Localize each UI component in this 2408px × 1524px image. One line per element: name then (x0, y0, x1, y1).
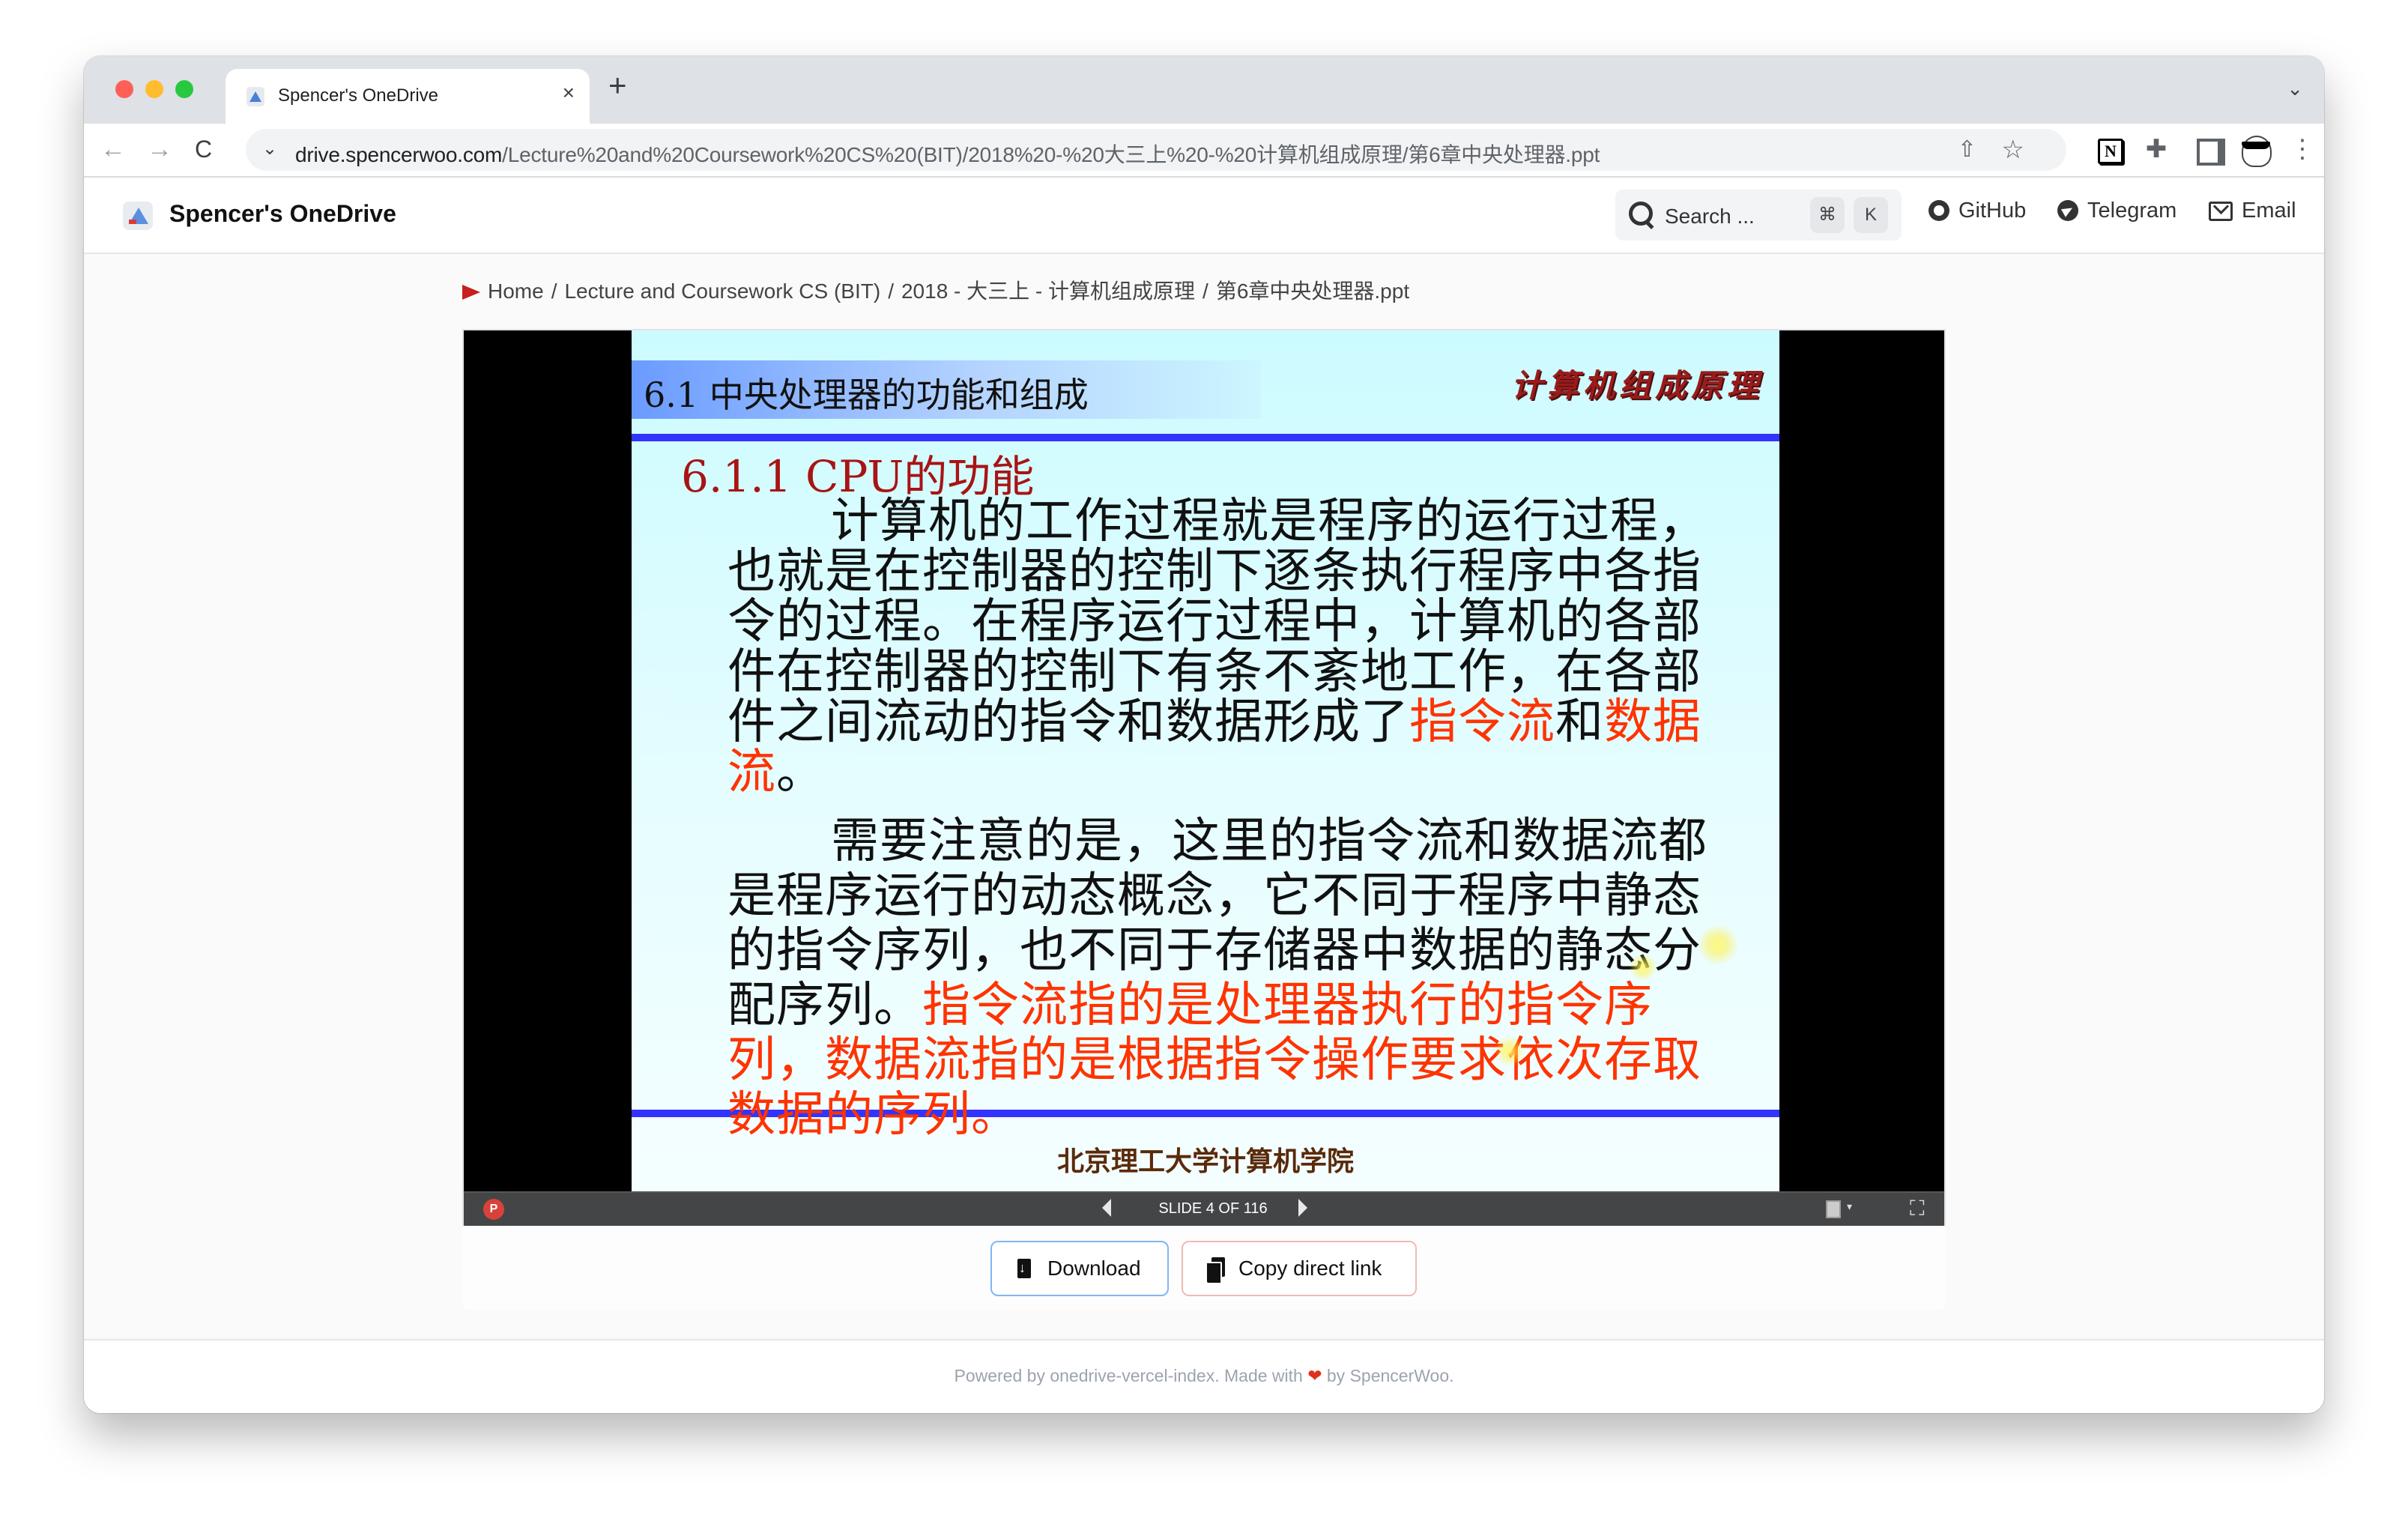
site-title[interactable]: Spencer's OneDrive (169, 200, 396, 228)
breadcrumb-separator: / (551, 279, 557, 303)
site-header: Spencer's OneDrive Search ... ⌘ K GitHub… (84, 178, 2324, 254)
side-panel-icon[interactable] (2191, 134, 2225, 166)
copy-direct-link-button[interactable]: Copy direct link (1182, 1241, 1417, 1296)
highlight-instruction-flow: 指令流 (1409, 695, 1555, 750)
breadcrumb-current-file[interactable]: 第6章中央处理器.ppt (1216, 279, 1409, 303)
powerpoint-icon[interactable]: P (483, 1199, 504, 1220)
breadcrumb-separator: / (888, 279, 894, 303)
flag-icon (462, 285, 480, 300)
breadcrumb: Home / Lecture and Coursework CS (BIT) / 201… (462, 275, 1409, 305)
url-path: /Lecture%20and%20Coursework%20CS%20(BIT)… (502, 143, 1600, 166)
command-key-badge: ⌘ (1810, 197, 1845, 233)
bookmark-star-icon[interactable]: ☆ (2002, 135, 2024, 165)
telegram-label: Telegram (2087, 199, 2177, 223)
download-label: Download (1047, 1257, 1141, 1280)
slide-top-rule (632, 434, 1779, 441)
reload-button[interactable]: C (195, 134, 212, 164)
address-bar[interactable]: ⌄ drive.spencerwoo.com/Lecture%20and%20C… (246, 129, 2066, 171)
slide-counter: SLIDE 4 OF 116 (1158, 1200, 1268, 1217)
notion-logo: N (2098, 139, 2123, 164)
github-label: GitHub (1958, 199, 2027, 223)
tab-strip: Spencer's OneDrive × + ⌄ (84, 56, 2324, 124)
search-icon (1629, 202, 1653, 226)
breadcrumb-home[interactable]: Home (488, 279, 544, 303)
ppt-viewer: 6.1 中央处理器的功能和组成 计算机组成原理 6.1.1 CPU的功能 计算机… (462, 329, 1946, 1226)
profile-avatar[interactable] (2239, 134, 2272, 167)
notes-view-icon[interactable] (1826, 1200, 1852, 1218)
slide-course-brand: 计算机组成原理 (1510, 367, 1763, 404)
copy-icon (1207, 1257, 1225, 1283)
search-placeholder: Search ... (1665, 205, 1755, 228)
breadcrumb-course-folder[interactable]: 2018 - 大三上 - 计算机组成原理 (901, 279, 1195, 303)
slide-body: 计算机的工作过程就是程序的运行过程，也就是在控制器的控制下逐条执行程序中各指令的… (727, 497, 1731, 1143)
email-link[interactable]: Email (2209, 199, 2296, 223)
k-key-badge: K (1854, 197, 1888, 233)
slide-section-title: 6.1 中央处理器的功能和组成 (644, 375, 1089, 415)
site-logo-icon[interactable] (123, 202, 153, 230)
tab-search-chevron-icon[interactable]: ⌄ (2287, 77, 2303, 100)
mail-icon (2209, 202, 2233, 221)
email-label: Email (2242, 199, 2296, 223)
viewer-control-bar: P SLIDE 4 OF 116 ⛶ (464, 1191, 1944, 1226)
tab-title: Spencer's OneDrive (278, 85, 439, 106)
previous-slide-button[interactable] (1102, 1199, 1111, 1217)
slide-canvas: 6.1 中央处理器的功能和组成 计算机组成原理 6.1.1 CPU的功能 计算机… (632, 330, 1779, 1191)
sparkle-effect (1695, 922, 1740, 967)
sparkle-effect (1628, 952, 1658, 982)
sparkle-effect (1493, 1035, 1526, 1068)
github-link[interactable]: GitHub (1928, 199, 2026, 223)
minimize-window-button[interactable] (145, 80, 163, 98)
extensions-puzzle-icon[interactable]: ✚ (2141, 134, 2171, 164)
footer-prefix: Powered by onedrive-vercel-index. Made w… (954, 1366, 1303, 1385)
close-tab-icon[interactable]: × (563, 81, 575, 105)
heart-icon: ❤ (1307, 1366, 1322, 1385)
browser-toolbar: ← → C ⌄ drive.spencerwoo.com/Lecture%20a… (84, 124, 2324, 178)
search-button[interactable]: Search ... ⌘ K (1615, 190, 1902, 241)
footer-suffix: by SpencerWoo. (1326, 1366, 1454, 1385)
github-icon (1928, 200, 1949, 221)
breadcrumb-separator: / (1203, 279, 1208, 303)
avatar-face-icon (2242, 136, 2272, 167)
paragraph-1-end: 。 (776, 745, 825, 800)
share-icon[interactable]: ⇧ (1958, 136, 1976, 163)
telegram-icon (2057, 200, 2078, 221)
site-info-chevron-icon[interactable]: ⌄ (262, 138, 277, 160)
next-slide-button[interactable] (1298, 1199, 1307, 1217)
side-panel-glyph (2197, 139, 2225, 166)
telegram-link[interactable]: Telegram (2057, 199, 2176, 223)
site-footer: Powered by onedrive-vercel-index. Made w… (84, 1366, 2324, 1386)
breadcrumb-lecture-folder[interactable]: Lecture and Coursework CS (BIT) (564, 279, 880, 303)
slide-paragraph-2: 需要注意的是，这里的指令流和数据流都是程序运行的动态概念，它不同于程序中静态的指… (727, 814, 1731, 1143)
copy-link-label: Copy direct link (1238, 1257, 1382, 1280)
url-text[interactable]: drive.spencerwoo.com/Lecture%20and%20Cou… (295, 139, 1600, 169)
download-button[interactable]: Download (990, 1241, 1169, 1296)
new-tab-button[interactable]: + (608, 70, 627, 101)
fullscreen-icon[interactable]: ⛶ (1910, 1197, 1925, 1220)
maximize-window-button[interactable] (175, 80, 193, 98)
notion-extension-icon[interactable]: N (2093, 134, 2123, 164)
slide-paragraph-1: 计算机的工作过程就是程序的运行过程，也就是在控制器的控制下逐条执行程序中各指令的… (727, 497, 1731, 798)
url-host: drive.spencerwoo.com (295, 143, 503, 166)
browser-tab-active[interactable]: Spencer's OneDrive × (226, 69, 590, 124)
back-button[interactable]: ← (100, 134, 126, 164)
browser-window: Spencer's OneDrive × + ⌄ ← → C ⌄ drive.s… (84, 56, 2324, 1413)
paragraph-1-connector: 和 (1555, 695, 1604, 750)
file-actions: Download Copy direct link (462, 1226, 1946, 1310)
slide-footer-school: 北京理工大学计算机学院 (1056, 1146, 1354, 1177)
file-download-icon (1017, 1259, 1031, 1278)
favicon-icon (246, 87, 264, 106)
forward-button[interactable]: → (147, 134, 172, 164)
avatar-sunglasses-icon (2242, 142, 2270, 149)
browser-menu-icon[interactable]: ⋮ (2290, 134, 2315, 164)
close-window-button[interactable] (115, 80, 133, 98)
